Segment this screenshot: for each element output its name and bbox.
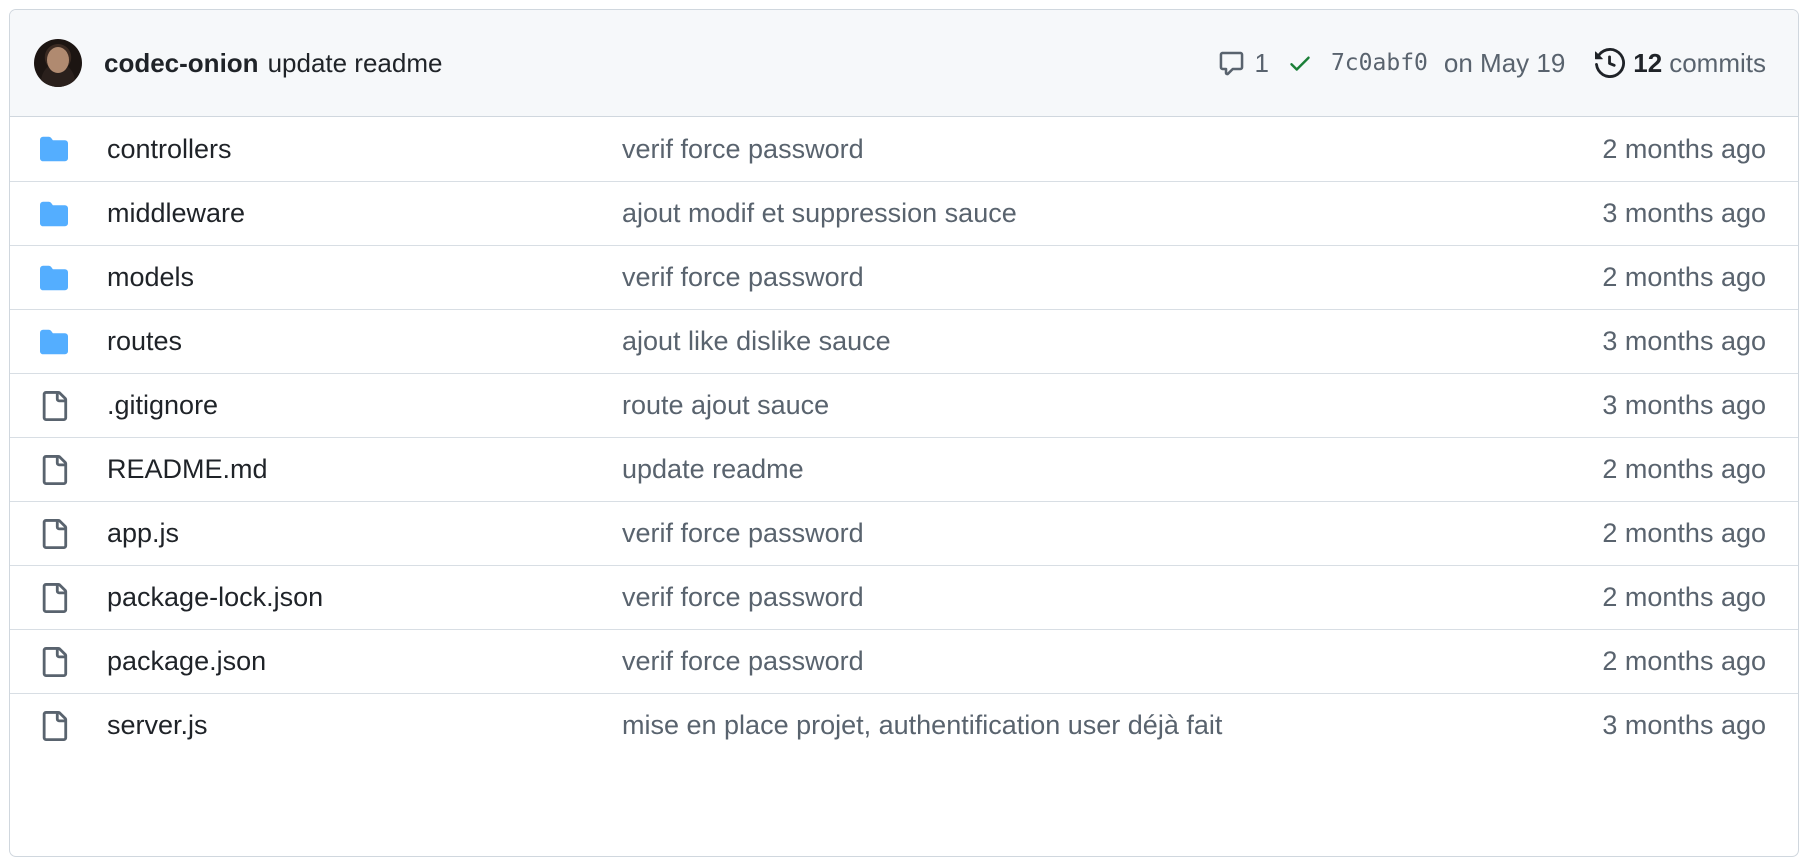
latest-commit-header: codec-onion update readme 1 7c0abf0 on M… — [10, 10, 1798, 117]
file-commit-age: 2 months ago — [1602, 454, 1766, 484]
comment-icon — [1220, 51, 1244, 75]
history-icon — [1595, 48, 1626, 78]
file-row[interactable]: .gitignore route ajout sauce 3 months ago — [10, 373, 1798, 437]
file-row[interactable]: README.md update readme 2 months ago — [10, 437, 1798, 501]
folder-icon — [38, 326, 70, 358]
file-commit-message-link[interactable]: update readme — [622, 454, 804, 485]
commit-author[interactable]: codec-onion — [104, 48, 259, 79]
file-name-link[interactable]: models — [107, 262, 194, 293]
commit-meta: 1 7c0abf0 on May 19 12 commits — [1218, 48, 1766, 79]
status-check[interactable] — [1287, 50, 1313, 76]
file-commit-message-link[interactable]: verif force password — [622, 582, 864, 613]
author-avatar[interactable] — [34, 39, 82, 87]
file-commit-age: 2 months ago — [1602, 262, 1766, 292]
comments-count: 1 — [1254, 47, 1269, 78]
file-name-link[interactable]: controllers — [107, 134, 232, 165]
file-commit-message-link[interactable]: verif force password — [622, 518, 864, 549]
file-row[interactable]: middleware ajout modif et suppression sau… — [10, 181, 1798, 245]
file-commit-message-link[interactable]: mise en place projet, authentification u… — [622, 710, 1222, 741]
comments-link[interactable]: 1 — [1218, 47, 1269, 79]
file-commit-message-link[interactable]: verif force password — [622, 646, 864, 677]
commit-date[interactable]: on May 19 — [1444, 48, 1565, 79]
file-name-link[interactable]: README.md — [107, 454, 268, 485]
file-name-link[interactable]: app.js — [107, 518, 179, 549]
file-name-link[interactable]: package.json — [107, 646, 266, 677]
file-name-link[interactable]: server.js — [107, 710, 208, 741]
file-row[interactable]: models verif force password 2 months ago — [10, 245, 1798, 309]
file-icon — [38, 582, 70, 614]
check-icon — [1290, 56, 1310, 71]
folder-icon — [38, 133, 70, 165]
file-row[interactable]: package-lock.json verif force password 2 m… — [10, 565, 1798, 629]
commit-message[interactable]: update readme — [268, 48, 443, 79]
file-row[interactable]: package.json verif force password 2 months… — [10, 629, 1798, 693]
file-row[interactable]: controllers verif force password 2 months … — [10, 117, 1798, 181]
file-list-box: codec-onion update readme 1 7c0abf0 on M… — [9, 9, 1799, 857]
file-icon — [38, 710, 70, 742]
file-commit-age: 2 months ago — [1602, 582, 1766, 612]
file-commit-message-link[interactable]: ajout like dislike sauce — [622, 326, 891, 357]
file-name-link[interactable]: package-lock.json — [107, 582, 323, 613]
commits-label: commits — [1669, 47, 1766, 78]
file-commit-message-link[interactable]: verif force password — [622, 262, 864, 293]
file-commit-age: 3 months ago — [1602, 710, 1766, 740]
file-icon — [38, 454, 70, 486]
file-name-link[interactable]: .gitignore — [107, 390, 218, 421]
file-commit-message-link[interactable]: verif force password — [622, 134, 864, 165]
file-commit-age: 3 months ago — [1602, 326, 1766, 356]
folder-icon — [38, 262, 70, 294]
file-row[interactable]: app.js verif force password 2 months ago — [10, 501, 1798, 565]
file-commit-age: 3 months ago — [1602, 390, 1766, 420]
commits-history-link[interactable]: 12 commits — [1595, 48, 1766, 79]
commits-count: 12 — [1633, 47, 1663, 78]
folder-icon — [38, 198, 70, 230]
file-icon — [38, 518, 70, 550]
file-row[interactable]: routes ajout like dislike sauce 3 months a… — [10, 309, 1798, 373]
file-icon — [38, 646, 70, 678]
commit-sha[interactable]: 7c0abf0 — [1331, 50, 1428, 76]
file-commit-message-link[interactable]: ajout modif et suppression sauce — [622, 198, 1017, 229]
file-list: controllers verif force password 2 months … — [10, 117, 1798, 757]
file-commit-age: 2 months ago — [1602, 133, 1766, 164]
file-icon — [38, 390, 70, 422]
file-row[interactable]: server.js mise en place projet, authentif… — [10, 693, 1798, 757]
file-commit-message-link[interactable]: route ajout sauce — [622, 390, 829, 421]
file-name-link[interactable]: routes — [107, 326, 182, 357]
file-commit-age: 3 months ago — [1602, 198, 1766, 228]
file-commit-age: 2 months ago — [1602, 518, 1766, 548]
file-commit-age: 2 months ago — [1602, 646, 1766, 676]
file-name-link[interactable]: middleware — [107, 198, 245, 229]
